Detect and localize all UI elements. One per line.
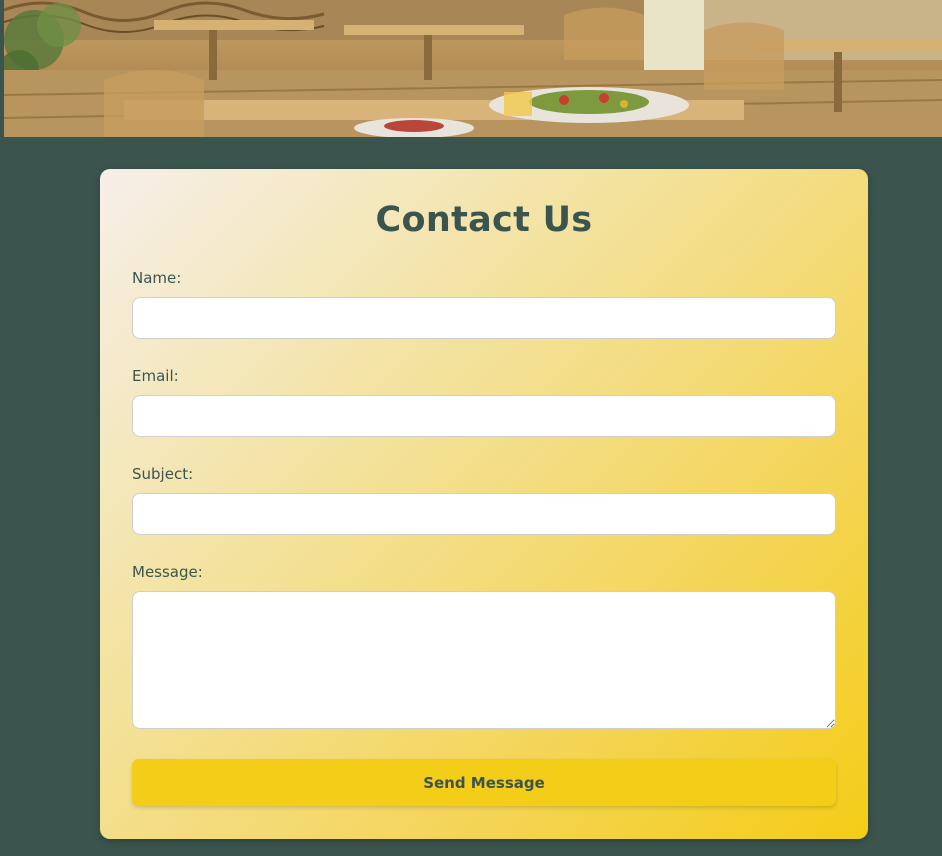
form-title: Contact Us bbox=[375, 200, 593, 240]
message-textarea[interactable] bbox=[132, 591, 836, 729]
subject-label: Subject: bbox=[132, 465, 194, 483]
contact-form-card: Contact Us Name: Email: Subject: Message… bbox=[100, 169, 868, 839]
email-input[interactable] bbox=[132, 395, 836, 437]
name-input[interactable] bbox=[132, 297, 836, 339]
name-label: Name: bbox=[132, 269, 182, 287]
subject-input[interactable] bbox=[132, 493, 836, 535]
restaurant-illustration bbox=[4, 0, 942, 137]
message-label: Message: bbox=[132, 563, 203, 581]
send-message-button[interactable]: Send Message bbox=[132, 759, 836, 806]
email-label: Email: bbox=[132, 367, 179, 385]
hero-image bbox=[0, 0, 942, 137]
